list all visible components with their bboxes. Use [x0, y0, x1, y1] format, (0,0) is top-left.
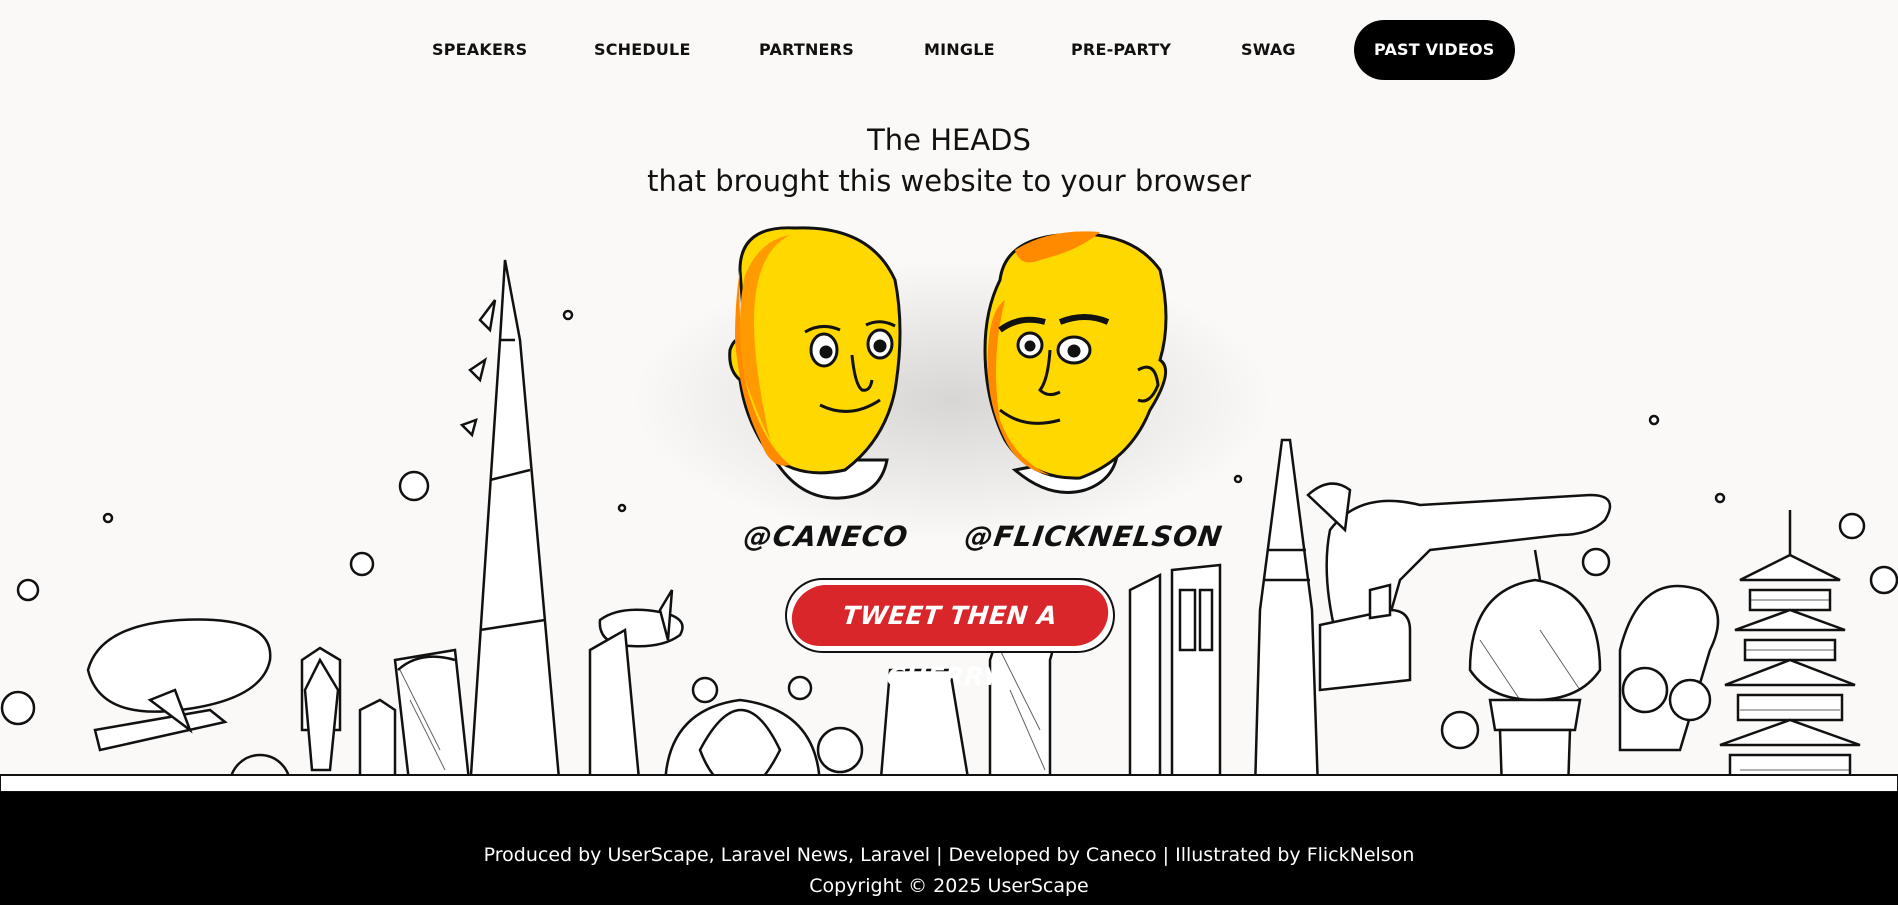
- heading-line-2: that brought this website to your browse…: [647, 164, 1251, 198]
- footer-credits: Produced by UserScape, Laravel News, Lar…: [0, 844, 1898, 866]
- copyright: Copyright © 2025 UserScape: [809, 875, 1089, 897]
- nav-pre-party[interactable]: PRE-PARTY: [1071, 20, 1171, 80]
- flicknelson-link[interactable]: FlickNelson: [1307, 844, 1415, 866]
- city-skyline-illustration: [0, 259, 1898, 792]
- page-heading: The HEADS that brought this website to y…: [0, 120, 1898, 202]
- main-nav: SPEAKERS SCHEDULE PARTNERS MINGLE PRE-PA…: [0, 20, 1898, 80]
- produced-prefix: Produced by: [483, 844, 608, 866]
- laravel-news-link[interactable]: Laravel News: [721, 844, 848, 866]
- userscape-link[interactable]: UserScape: [607, 844, 708, 866]
- nav-swag[interactable]: SWAG: [1241, 20, 1296, 80]
- nav-past-videos[interactable]: PAST VIDEOS: [1354, 20, 1515, 80]
- separator: ,: [708, 844, 721, 866]
- nav-mingle[interactable]: MINGLE: [924, 20, 995, 80]
- developed-prefix: | Developed by: [930, 844, 1086, 866]
- laravel-link[interactable]: Laravel: [860, 844, 930, 866]
- flicknelson-handle[interactable]: @flicknelson: [963, 520, 1225, 553]
- caneco-link[interactable]: Caneco: [1086, 844, 1157, 866]
- illustrated-prefix: | Illustrated by: [1156, 844, 1307, 866]
- tweet-cherry-button[interactable]: Tweet then a cherry: [787, 580, 1113, 691]
- caneco-handle[interactable]: @caneco: [742, 520, 911, 553]
- tweet-cherry-label: Tweet then a cherry: [788, 585, 1112, 691]
- heading-line-1: The HEADS: [867, 123, 1031, 157]
- footer: Produced by UserScape, Laravel News, Lar…: [0, 792, 1898, 905]
- nav-speakers[interactable]: SPEAKERS: [432, 20, 527, 80]
- nav-schedule[interactable]: SCHEDULE: [594, 20, 691, 80]
- nav-partners[interactable]: PARTNERS: [759, 20, 854, 80]
- separator: ,: [848, 844, 861, 866]
